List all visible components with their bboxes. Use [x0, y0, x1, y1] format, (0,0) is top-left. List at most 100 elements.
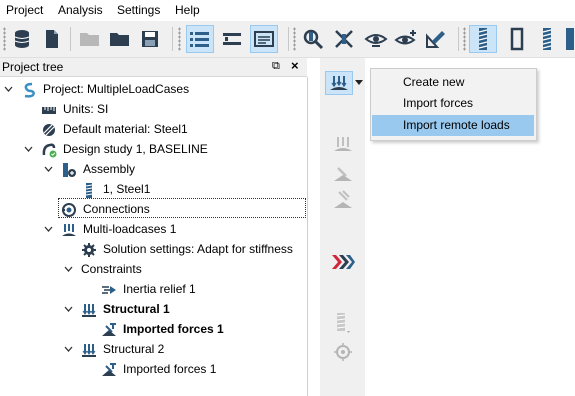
database-icon[interactable]	[8, 25, 36, 53]
spring-icon-partial[interactable]	[561, 25, 575, 53]
toolbar-separator	[172, 27, 173, 51]
menu-item-import-forces[interactable]: Import forces	[372, 93, 534, 114]
force-disabled-icon[interactable]	[330, 162, 356, 186]
tree-item-project[interactable]: Project: MultipleLoadCases	[0, 79, 300, 99]
tree-item-label: Imported forces 1	[123, 322, 224, 336]
design-study-icon	[42, 143, 57, 158]
tree-item-units[interactable]: Units: SI	[0, 99, 300, 119]
hide-icon[interactable]	[330, 25, 358, 53]
project-icon	[24, 82, 35, 98]
menu-item-label: Import forces	[403, 96, 474, 110]
menu-settings[interactable]: Settings	[117, 3, 160, 17]
project-tree-header: Project tree ⧉ ×	[0, 58, 307, 77]
load-dropdown-icon[interactable]	[325, 71, 353, 95]
settings-gear-icon	[82, 243, 96, 257]
menu-project[interactable]: Project	[6, 3, 43, 17]
toolbar-grip[interactable]	[3, 27, 6, 51]
chevron-down-icon[interactable]	[44, 225, 53, 234]
mesh-disabled-icon[interactable]	[330, 312, 356, 336]
tree-item-label: Imported forces 1	[123, 362, 217, 376]
tree-item-design-study[interactable]: Design study 1, BASELINE	[0, 139, 300, 159]
toolbar-grip[interactable]	[178, 27, 181, 51]
structural-icon	[82, 344, 96, 357]
zoom-model-icon[interactable]	[299, 25, 327, 53]
load-disabled-icon[interactable]	[330, 132, 356, 156]
menu-help[interactable]: Help	[175, 3, 200, 17]
tree-item-label: Units: SI	[63, 102, 109, 116]
material-icon	[43, 124, 55, 136]
toolbar-grip[interactable]	[293, 27, 296, 51]
load-dropdown-menu: Create new Import forces Import remote l…	[370, 68, 537, 141]
float-panel-icon[interactable]: ⧉	[272, 60, 280, 73]
side-toolbar	[320, 58, 365, 396]
chevron-down-icon[interactable]	[4, 85, 13, 94]
tree-item-label: Structural 2	[103, 342, 165, 356]
menu-item-create-new[interactable]: Create new	[372, 72, 534, 93]
bolt-icon[interactable]	[469, 25, 497, 53]
tree-item-label: Constraints	[81, 262, 142, 276]
multi-loadcase-icon	[62, 224, 76, 236]
tree-item-part[interactable]: 1, Steel1	[0, 179, 300, 199]
focus-outline	[58, 198, 306, 218]
tree-item-imported-forces[interactable]: Imported forces 1	[0, 319, 300, 339]
tree-item-inertia-relief[interactable]: Inertia relief 1	[0, 279, 300, 299]
menu-bar: Project Analysis Settings Help	[0, 0, 575, 21]
tree-item-label: Assembly	[83, 162, 136, 176]
chevron-down-icon[interactable]	[24, 145, 33, 154]
tree-item-material[interactable]: Default material: Steel1	[0, 119, 300, 139]
spring-icon[interactable]	[533, 25, 561, 53]
tree-item-label: Structural 1	[103, 302, 170, 316]
report-icon[interactable]	[250, 25, 278, 53]
main-toolbar	[0, 21, 575, 58]
tree-item-label: Default material: Steel1	[63, 122, 188, 136]
units-icon	[42, 107, 56, 114]
view-eye-icon[interactable]	[362, 25, 390, 53]
add-view-icon[interactable]	[392, 25, 420, 53]
tree-item-label: Solution settings: Adapt for stiffness	[103, 242, 293, 256]
tree-item-structural-1[interactable]: Structural 1	[0, 299, 300, 319]
toolbar-grip[interactable]	[463, 27, 466, 51]
tree-item-label: Multi-loadcases 1	[83, 222, 177, 236]
compare-icon[interactable]	[218, 25, 246, 53]
open-folder-disabled-icon[interactable]	[76, 25, 104, 53]
chevron-down-icon[interactable]	[44, 165, 53, 174]
run-arrows-icon[interactable]	[330, 250, 356, 274]
menu-item-label: Create new	[403, 75, 465, 89]
imported-forces-icon	[102, 363, 116, 376]
pressure-disabled-icon[interactable]	[330, 188, 356, 212]
project-tree: Project: MultipleLoadCases Units: SI Def…	[0, 77, 308, 396]
tree-item-solution-settings[interactable]: Solution settings: Adapt for stiffness	[0, 239, 300, 259]
part-icon	[85, 183, 93, 198]
tree-item-label: 1, Steel1	[103, 182, 151, 196]
new-document-icon[interactable]	[38, 25, 66, 53]
project-tree-title: Project tree	[2, 60, 64, 74]
structural-icon	[82, 304, 96, 317]
menu-analysis[interactable]: Analysis	[58, 3, 103, 17]
dropdown-arrow-icon[interactable]	[353, 71, 365, 95]
tree-item-assembly[interactable]: Assembly	[0, 159, 300, 179]
tree-item-constraints[interactable]: Constraints	[0, 259, 300, 279]
target-disabled-icon[interactable]	[330, 340, 356, 364]
close-panel-icon[interactable]: ×	[291, 58, 299, 73]
toolbar-separator	[70, 27, 71, 51]
save-icon[interactable]	[136, 25, 164, 53]
menu-item-label: Import remote loads	[403, 118, 510, 132]
tree-item-label: Design study 1, BASELINE	[63, 142, 208, 156]
list-view-icon[interactable]	[186, 25, 214, 53]
inertia-relief-icon	[102, 286, 116, 294]
tree-item-multi-loadcases[interactable]: Multi-loadcases 1	[0, 219, 300, 239]
toolbar-separator	[458, 27, 459, 51]
folder-icon[interactable]	[106, 25, 134, 53]
tree-item-structural-2[interactable]: Structural 2	[0, 339, 300, 359]
measure-icon[interactable]	[422, 25, 450, 53]
tree-item-imported-forces[interactable]: Imported forces 1	[0, 359, 300, 379]
imported-forces-icon	[102, 323, 116, 336]
tree-item-label: Inertia relief 1	[123, 282, 196, 296]
frame-icon[interactable]	[503, 25, 531, 53]
chevron-down-icon[interactable]	[64, 345, 73, 354]
menu-item-import-remote-loads[interactable]: Import remote loads	[372, 115, 534, 136]
tree-item-label: Project: MultipleLoadCases	[43, 82, 190, 96]
chevron-down-icon[interactable]	[64, 265, 73, 274]
chevron-down-icon[interactable]	[64, 305, 73, 314]
toolbar-separator	[288, 27, 289, 51]
